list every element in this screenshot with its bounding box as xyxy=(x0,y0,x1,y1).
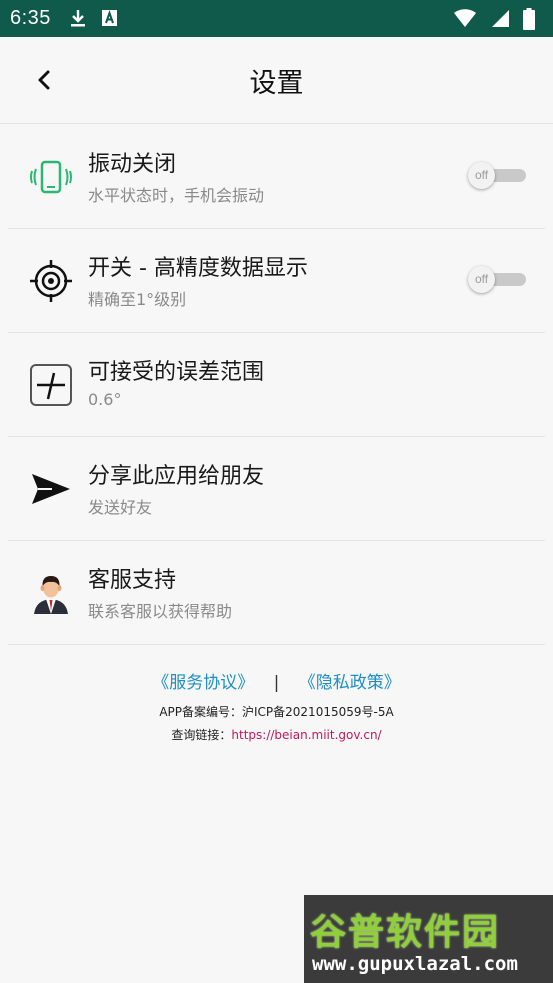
beian-number: APP备案编号：沪ICP备2021015059号-5A xyxy=(159,705,394,719)
watermark: 谷普软件园 www.gupuxlazal.com xyxy=(304,895,553,983)
settings-item-vibration[interactable]: 振动关闭 水平状态时，手机会振动 off xyxy=(8,124,545,229)
share-send-icon xyxy=(28,466,74,512)
battery-icon xyxy=(523,8,535,30)
crosshair-icon xyxy=(28,258,74,304)
settings-item-share[interactable]: 分享此应用给朋友 发送好友 xyxy=(8,436,545,541)
settings-item-tolerance[interactable]: 可接受的误差范围 0.6° xyxy=(8,332,545,437)
status-right-icons xyxy=(453,8,543,30)
tolerance-icon xyxy=(28,362,74,408)
item-subtitle: 水平状态时，手机会振动 xyxy=(88,186,265,205)
download-icon xyxy=(71,10,85,27)
toggle-thumb: off xyxy=(468,266,495,293)
beian-query-link[interactable]: https://beian.miit.gov.cn/ xyxy=(231,728,381,742)
status-left-icons xyxy=(68,8,127,28)
item-title: 开关 - 高精度数据显示 xyxy=(88,256,308,281)
vibrate-phone-icon xyxy=(28,154,74,200)
item-subtitle: 0.6° xyxy=(88,390,122,409)
service-agreement-link[interactable]: 《服务协议》 xyxy=(152,673,254,693)
watermark-url: www.gupuxlazal.com xyxy=(312,953,518,975)
item-title: 振动关闭 xyxy=(88,152,177,177)
wifi-icon xyxy=(453,9,476,27)
header: 设置 xyxy=(0,37,553,124)
item-title: 可接受的误差范围 xyxy=(88,360,265,385)
customer-service-icon xyxy=(28,570,74,616)
privacy-policy-link[interactable]: 《隐私政策》 xyxy=(299,673,401,693)
item-subtitle: 发送好友 xyxy=(88,498,153,517)
query-label: 查询链接： xyxy=(171,728,232,742)
text-a-icon xyxy=(102,9,118,26)
high-precision-toggle[interactable]: off xyxy=(468,266,528,293)
item-title: 客服支持 xyxy=(88,568,177,593)
footer-links: 《服务协议》 | 《隐私政策》 xyxy=(0,668,553,693)
toggle-thumb: off xyxy=(468,162,495,189)
item-title: 分享此应用给朋友 xyxy=(88,464,265,489)
item-subtitle: 精确至1°级别 xyxy=(88,290,187,309)
settings-item-high-precision[interactable]: 开关 - 高精度数据显示 精确至1°级别 off xyxy=(8,228,545,333)
query-line: 查询链接：https://beian.miit.gov.cn/ xyxy=(0,726,553,743)
item-subtitle: 联系客服以获得帮助 xyxy=(88,602,233,621)
status-time: 6:35 xyxy=(10,7,51,29)
cell-signal-icon xyxy=(491,10,509,27)
watermark-title: 谷普软件园 xyxy=(310,912,501,953)
vibration-toggle[interactable]: off xyxy=(468,162,528,189)
footer-separator: | xyxy=(273,673,280,693)
status-bar: 6:35 xyxy=(0,0,553,37)
settings-item-customer-service[interactable]: 客服支持 联系客服以获得帮助 xyxy=(8,540,545,645)
page-title: 设置 xyxy=(249,68,304,99)
